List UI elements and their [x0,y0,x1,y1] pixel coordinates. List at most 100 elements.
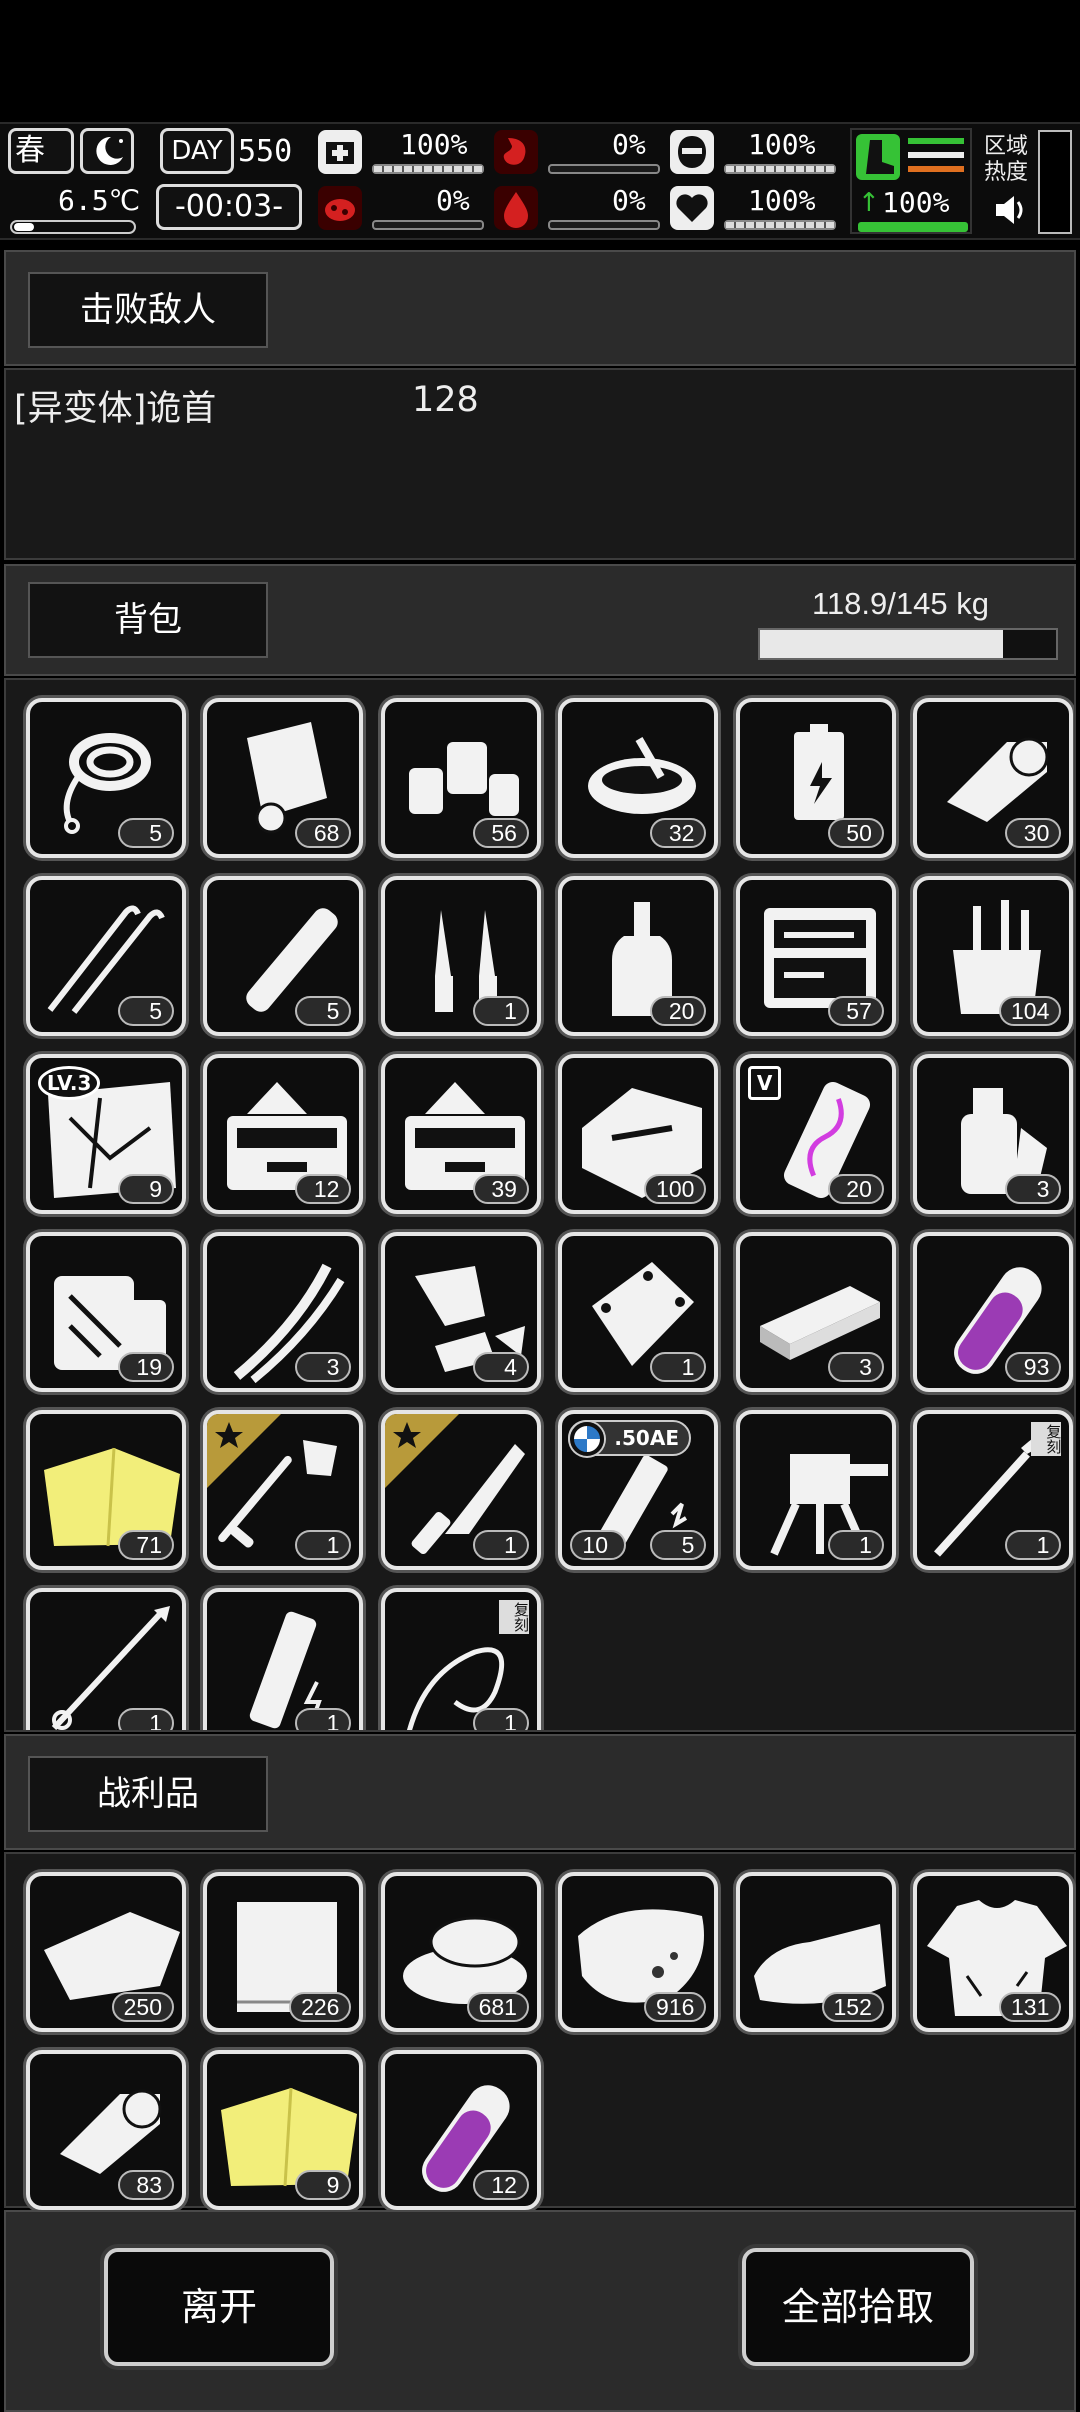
item-count: 30 [1005,818,1062,848]
item-count: 916 [644,1992,707,2022]
item-slot[interactable]: 681 [380,1872,541,2032]
item-count: 4 [472,1352,529,1382]
day-number: 550 [238,134,293,169]
item-slot[interactable]: 131 [913,1872,1074,2032]
item-slot[interactable]: V 20 [735,1054,896,1214]
item-slot[interactable]: 93 [913,1232,1074,1392]
replica-tag: 复刻 [1031,1422,1062,1456]
weight-bar [758,628,1058,660]
item-count: 57 [827,996,884,1026]
item-slot[interactable]: 1 [558,1232,719,1392]
health-bar-fill [374,166,482,172]
item-slot[interactable]: 57 [735,876,896,1036]
item-count: 1 [118,1708,174,1730]
item-count: 1 [472,996,529,1026]
item-slot[interactable]: 916 [558,1872,719,2032]
moon-icon [80,128,134,174]
item-count: 100 [644,1174,707,1204]
item-count: 1 [650,1352,707,1382]
item-slot[interactable]: 1 [203,1410,364,1570]
clock: -00:03- [174,189,284,224]
take-all-button[interactable]: 全部拾取 [742,2248,974,2366]
tab-loot[interactable]: 战利品 [28,1756,268,1832]
defeated-list: [异变体]诡首 128 [4,368,1076,560]
leave-button[interactable]: 离开 [104,2248,334,2366]
favorite-star-icon [384,1414,459,1488]
hunger-bar [548,164,660,174]
item-count: 1 [295,1708,352,1730]
list-item: [异变体]诡首 [14,380,216,431]
item-slot[interactable]: 39 [380,1054,541,1214]
weight-text: 118.9/145 kg [812,586,989,621]
item-slot[interactable]: 100 [558,1054,719,1214]
weight-bar-fill [760,630,1003,658]
item-count: 39 [472,1174,529,1204]
stamina-bar [858,222,968,232]
item-count: 3 [1005,1174,1062,1204]
item-slot[interactable]: LV.3 9 [26,1054,186,1214]
item-count: 68 [295,818,352,848]
favorite-star-icon [207,1414,282,1488]
clock-display: -00:03- [156,184,302,230]
status-bar: 春 6.5℃ DAY 550 -00:03- 100% 0% 0% 0% 100… [0,122,1080,240]
item-slot[interactable]: 1 [26,1588,186,1730]
item-count: 1 [295,1530,352,1560]
item-slot[interactable]: 104 [913,876,1074,1036]
item-count: 50 [827,818,884,848]
replica-tag: 复刻 [498,1600,530,1634]
armor-value: 100% [748,128,816,161]
item-slot[interactable]: 50 [735,698,896,858]
item-count: 3 [295,1352,352,1382]
item-slot[interactable]: 3 [913,1054,1074,1214]
day-label: DAY [171,136,223,166]
item-slot[interactable]: 9 [203,2050,364,2210]
item-slot[interactable]: 5 [26,876,186,1036]
item-slot[interactable]: 226 [203,1872,364,2032]
item-slot[interactable]: 20 [558,876,719,1036]
item-slot[interactable]: 19 [26,1232,186,1392]
item-count: 20 [827,1174,884,1204]
item-slot[interactable]: 1 [380,876,541,1036]
item-slot[interactable]: 83 [26,2050,186,2210]
region-heat-label: 区域 热度 [984,134,1029,185]
item-slot[interactable]: 1 [203,1588,364,1730]
stamina-bar-fill [860,224,966,230]
item-count: 131 [999,1992,1062,2022]
item-slot[interactable]: 32 [558,698,719,858]
loot-grid: 250 226 681 916 152 131 83 9 12 [4,1852,1076,2210]
item-slot[interactable]: 68 [203,698,364,858]
tab-backpack[interactable]: 背包 [28,582,268,658]
item-count: 226 [289,1992,352,2022]
thermometer-icon [10,220,136,234]
item-slot[interactable]: 5 [203,876,364,1036]
item-slot[interactable]: 250 [26,1872,186,2032]
item-slot[interactable]: 1 [735,1410,896,1570]
item-secondary-count: 10 [570,1530,627,1560]
armor-bar-fill [726,166,834,172]
armor-icon [670,130,714,174]
item-count: 250 [111,1992,174,2022]
item-count: 9 [118,1174,174,1204]
item-slot[interactable]: 复刻 1 [380,1588,541,1730]
item-slot[interactable]: 56 [380,698,541,858]
infection-bar [372,220,484,230]
item-slot[interactable]: 复刻 1 [913,1410,1074,1570]
tab-defeated-enemies[interactable]: 击败敌人 [28,272,268,348]
item-slot[interactable]: 30 [913,698,1074,858]
item-slot[interactable]: 1 [380,1410,541,1570]
item-slot[interactable]: 3 [203,1232,364,1392]
stamina-value: 100% [882,186,950,219]
heart-icon [670,186,714,230]
item-slot[interactable]: 12 [380,2050,541,2210]
item-slot[interactable]: 5 [26,698,186,858]
item-slot[interactable]: 3 [735,1232,896,1392]
item-count: 5 [295,996,352,1026]
armor-bar [724,164,836,174]
item-slot[interactable]: 152 [735,1872,896,2032]
item-slot[interactable]: 12 [203,1054,364,1214]
hunger-value: 0% [612,128,646,161]
item-slot[interactable]: .50AE 10 5 [558,1410,719,1570]
item-slot[interactable]: 71 [26,1410,186,1570]
item-slot[interactable]: 4 [380,1232,541,1392]
speaker-icon[interactable] [990,190,1030,230]
